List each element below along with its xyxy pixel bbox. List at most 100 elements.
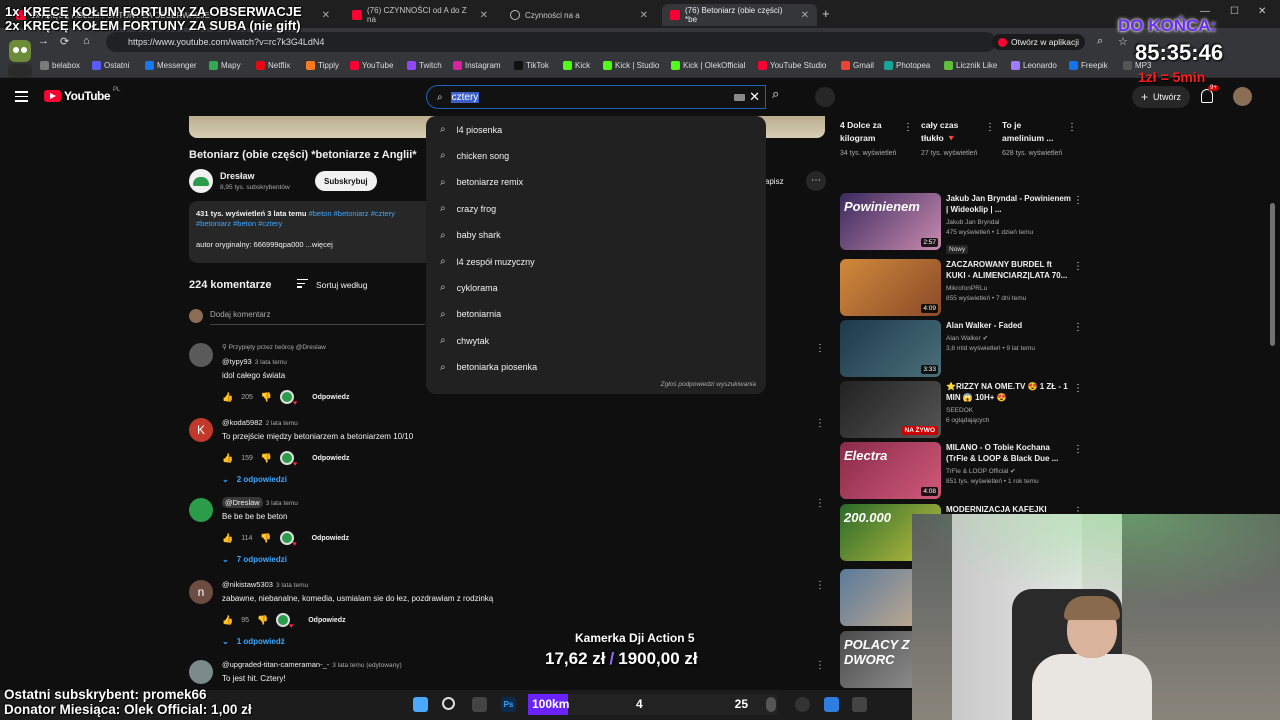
new-tab-icon[interactable]: + (822, 6, 830, 21)
bookmark-item[interactable]: Tipply (306, 61, 339, 70)
description-box[interactable]: 431 tys. wyświetleń 3 lata temu #beton #… (189, 201, 426, 263)
bookmark-item[interactable]: Leonardo (1011, 61, 1057, 70)
menu-icon[interactable] (15, 91, 28, 105)
comment-author[interactable]: @upgraded-titan-cameraman-_- (222, 660, 329, 669)
video-thumbnail[interactable]: 3:33 (840, 320, 941, 377)
search-button[interactable]: ⌕ (772, 86, 779, 102)
kebab-icon[interactable]: ⋮ (1073, 195, 1083, 206)
video-thumbnail[interactable]: Electra 4:08 (840, 442, 941, 499)
comment-avatar[interactable]: K (189, 418, 213, 442)
more-actions-icon[interactable]: ⋯ (806, 171, 826, 191)
bookmark-item[interactable]: Mapy (209, 61, 241, 70)
browser-tab-active[interactable]: (76) Betoniarz (obie części) *be ✕ (662, 4, 817, 26)
reply-button[interactable]: Odpowiedz (312, 394, 349, 401)
account-avatar[interactable] (1233, 87, 1252, 106)
reply-button[interactable]: Odpowiedz (312, 455, 349, 462)
video-channel[interactable]: TrFle & LOOP Official ✔ (946, 467, 1072, 477)
comment-author[interactable]: @nikistaw5303 (222, 580, 273, 589)
like-icon[interactable]: 👍 (222, 453, 233, 464)
video-thumbnail[interactable]: Powinienem 2:57 (840, 193, 941, 250)
maximize-icon[interactable]: ☐ (1230, 6, 1239, 17)
youtube-logo[interactable]: YouTube PL (44, 87, 120, 103)
comment-author[interactable]: @koda5982 (222, 418, 263, 427)
channel-avatar[interactable] (189, 169, 213, 193)
open-in-app-button[interactable]: Otwórz w aplikacji (992, 34, 1086, 50)
view-replies-button[interactable]: ⌄ 2 odpowiedzi (222, 475, 782, 484)
close-tab-icon[interactable]: ✕ (640, 10, 648, 21)
search-icon[interactable] (442, 697, 455, 710)
bookmark-item[interactable]: YouTube (350, 61, 393, 70)
video-title[interactable]: ⭐RIZZY NA OME.TV 😍 1 ZŁ - 1 MIN 😱 10H+ 😍 (946, 381, 1072, 403)
short-card[interactable]: To je amelinium ... 628 tys. wyświetleń (1002, 119, 1064, 160)
comment-author[interactable]: @typy93 (222, 357, 252, 366)
suggestion-item[interactable]: ⌕ betoniarnia (440, 309, 501, 320)
bookmark-item[interactable]: belabox (40, 61, 80, 70)
zoom-icon[interactable]: ⌕ (1097, 35, 1103, 48)
subscribe-button[interactable]: Subskrybuj (315, 171, 377, 191)
bookmark-item[interactable]: Kick | OlekOfficial (671, 61, 745, 70)
suggestion-item[interactable]: ⌕ betoniarka piosenka (440, 362, 537, 373)
video-title[interactable]: Alan Walker - Faded (946, 320, 1072, 331)
bookmark-item[interactable]: TikTok (514, 61, 549, 70)
hashtags[interactable]: #betoniarz #beton #cztery (196, 219, 419, 228)
recommended-video[interactable]: Electra 4:08 MILANO - O Tobie Kochana (TrF… (840, 442, 1090, 500)
like-icon[interactable]: 👍 (222, 615, 233, 626)
kebab-icon[interactable]: ⋮ (1073, 322, 1083, 333)
suggestion-item[interactable]: ⌕ chicken song (440, 150, 509, 161)
close-window-icon[interactable]: ✕ (1258, 6, 1266, 17)
video-title[interactable]: ZACZAROWANY BURDEL ft KUKI - ALIMENCIARZ… (946, 259, 1072, 281)
photoshop-icon[interactable]: Ps (501, 697, 516, 712)
short-card[interactable]: 4 Dolce za kilogram 34 tys. wyświetleń (840, 119, 900, 160)
clear-search-icon[interactable]: ✕ (749, 89, 760, 105)
bookmark-item[interactable]: Freepik (1069, 61, 1108, 70)
short-card[interactable]: cały czas tłukło 🔻 27 tys. wyświetleń (921, 119, 983, 160)
notifications-icon[interactable] (1201, 89, 1213, 103)
close-tab-icon[interactable]: ✕ (322, 10, 330, 21)
mic-icon[interactable] (815, 87, 835, 107)
app-icon[interactable] (852, 697, 867, 712)
kebab-icon[interactable]: ⋮ (1073, 261, 1083, 272)
video-channel[interactable]: SEEDOK (946, 406, 1072, 416)
dislike-icon[interactable]: 👎 (261, 392, 272, 403)
recommended-video[interactable]: Powinienem 2:57 Jakub Jan Bryndal - Powini… (840, 193, 1090, 254)
kebab-icon[interactable]: ⋮ (1067, 122, 1077, 133)
add-comment-input[interactable]: Dodaj komentarz (210, 310, 270, 319)
comment-avatar[interactable]: n (189, 580, 213, 604)
report-suggestions-link[interactable]: Zgłoś podpowiedzi wyszukiwania (661, 381, 756, 388)
recommended-video[interactable]: 4:09 ZACZAROWANY BURDEL ft KUKI - ALIMENC… (840, 259, 1090, 317)
bookmark-item[interactable]: Netflix (256, 61, 290, 70)
close-tab-icon[interactable]: ✕ (480, 10, 488, 21)
bookmark-star-icon[interactable]: ☆ (1118, 35, 1128, 48)
browser-tab[interactable]: (76) CZYNNOŚCI od A do Z na ✕ (344, 4, 496, 26)
like-icon[interactable]: 👍 (222, 533, 233, 544)
channel-name[interactable]: Dresław (220, 171, 255, 181)
task-view-icon[interactable] (472, 697, 487, 712)
suggestion-item[interactable]: ⌕ l4 piosenka (440, 124, 502, 135)
recommended-video[interactable]: NA ŻYWO ⭐RIZZY NA OME.TV 😍 1 ZŁ - 1 MIN 😱… (840, 381, 1090, 439)
kebab-icon[interactable]: ⋮ (815, 418, 825, 429)
close-tab-icon[interactable]: ✕ (801, 10, 809, 21)
reply-button[interactable]: Odpowiedz (312, 535, 349, 542)
suggestion-item[interactable]: ⌕ baby shark (440, 230, 501, 241)
comment-avatar[interactable] (189, 498, 213, 522)
comment-author[interactable]: @Dreslaw (222, 497, 263, 508)
search-input[interactable]: ⌕ cztery ✕ (426, 85, 766, 109)
address-bar[interactable]: https://www.youtube.com/watch?v=rc7k3G4L… (106, 32, 996, 52)
video-title[interactable]: Jakub Jan Bryndal - Powinienem | Wideokl… (946, 193, 1072, 215)
reply-button[interactable]: Odpowiedz (308, 617, 345, 624)
suggestion-item[interactable]: ⌕ crazy frog (440, 203, 496, 214)
reload-icon[interactable]: ⟳ (60, 35, 69, 48)
comment-avatar[interactable] (189, 660, 213, 684)
like-icon[interactable]: 👍 (222, 392, 233, 403)
suggestion-item[interactable]: ⌕ chwytak (440, 335, 489, 346)
bookmark-item[interactable]: Kick | Studio (603, 61, 659, 70)
dislike-icon[interactable]: 👎 (260, 533, 271, 544)
dislike-icon[interactable]: 👎 (257, 615, 268, 626)
kebab-icon[interactable]: ⋮ (815, 580, 825, 591)
bookmark-item[interactable]: Twitch (407, 61, 442, 70)
forward-icon[interactable]: → (38, 35, 49, 47)
home-icon[interactable]: ⌂ (83, 35, 90, 47)
video-channel[interactable]: Jakub Jan Bryndal (946, 218, 1072, 228)
kebab-icon[interactable]: ⋮ (1073, 383, 1083, 394)
bookmark-item[interactable]: Kick (563, 61, 590, 70)
